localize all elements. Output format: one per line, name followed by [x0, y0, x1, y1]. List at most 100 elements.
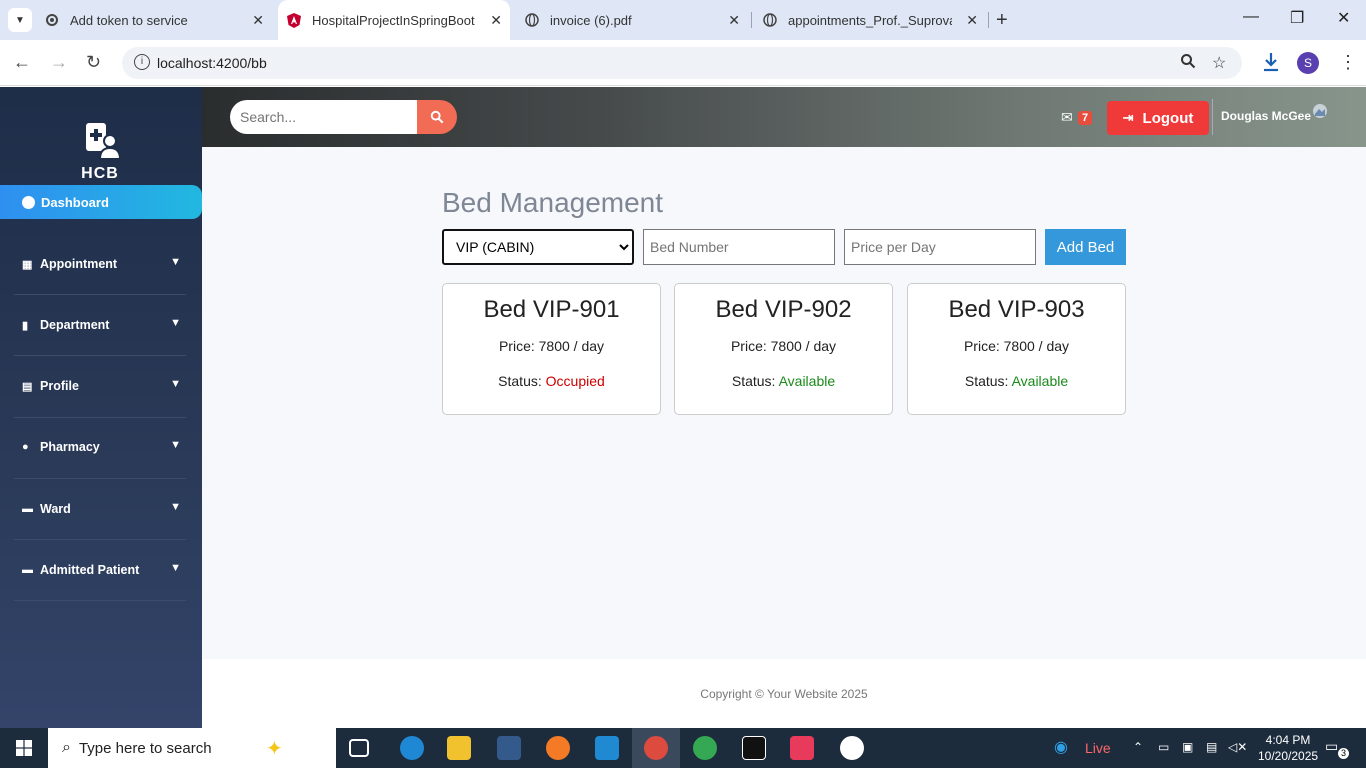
search-icon: ⌕ [62, 739, 71, 756]
price-per-day-input[interactable] [844, 229, 1036, 265]
new-tab-icon[interactable]: + [996, 9, 1008, 32]
user-avatar-icon[interactable] [1312, 103, 1328, 119]
sidebar-item-admitted-patient[interactable]: ▬ Admitted Patient ▼ [22, 560, 187, 580]
bed-status-row: Status: Available [675, 373, 892, 389]
browser-tab-strip: ▼ Add token to service ✕ HospitalProject… [0, 0, 1366, 40]
sidebar-item-appointment[interactable]: ▦ Appointment ▼ [22, 254, 187, 274]
tab-separator [988, 12, 989, 28]
postman-icon[interactable] [546, 736, 570, 760]
sidebar-item-dashboard[interactable]: Dashboard [0, 185, 202, 219]
chevron-down-icon: ▼ [170, 317, 181, 329]
task-view-icon[interactable] [349, 739, 369, 757]
bed-price: Price: 7800 / day [730, 338, 837, 354]
bed-number-input[interactable] [643, 229, 835, 265]
close-tab-icon[interactable]: ✕ [966, 12, 978, 29]
edge-browser-icon[interactable] [400, 736, 424, 760]
envelope-icon[interactable]: ✉ [1061, 109, 1073, 126]
close-tab-icon[interactable]: ✕ [490, 12, 502, 29]
sidebar-item-department[interactable]: ▮ Department ▼ [22, 315, 187, 335]
logout-label: Logout [1142, 109, 1194, 127]
app-topbar: ✉ 7 ⇥ Logout Douglas McGee [202, 87, 1366, 147]
calendar-icon: ▦ [22, 258, 33, 271]
profile-avatar[interactable]: S [1297, 52, 1319, 74]
network-icon[interactable]: ▣ [1182, 740, 1193, 754]
browser-tab[interactable]: appointments_Prof._Suprova_Si ✕ [762, 0, 986, 40]
chevron-down-icon: ▼ [170, 256, 181, 268]
sidebar-item-profile[interactable]: ▤ Profile ▼ [22, 376, 187, 396]
meet-now-icon[interactable]: ▭ [1158, 740, 1169, 754]
zoom-icon[interactable] [1180, 53, 1196, 74]
clock-date: 10/20/2025 [1258, 749, 1319, 763]
browser-tab-active[interactable]: HospitalProjectInSpringBoot ✕ [278, 0, 510, 40]
back-icon[interactable]: ← [13, 52, 31, 73]
sidebar-divider [14, 478, 186, 479]
menu-kebab-icon[interactable]: ⋮ [1339, 52, 1357, 73]
status-label: Status: [498, 373, 542, 389]
sidebar-item-ward[interactable]: ▬ Ward ▼ [22, 499, 187, 519]
bed-card[interactable]: Bed VIP-903 Price: 7800 / day Status: Av… [907, 283, 1126, 415]
file-explorer-icon[interactable] [447, 736, 471, 760]
volume-muted-icon[interactable]: ◁✕ [1228, 740, 1247, 754]
close-tab-icon[interactable]: ✕ [252, 12, 264, 29]
browser-tab[interactable]: invoice (6).pdf ✕ [524, 0, 748, 40]
taskbar-active-app[interactable] [632, 728, 680, 768]
tab-title: invoice (6).pdf [550, 12, 632, 28]
close-window-icon[interactable]: ✕ [1337, 8, 1350, 28]
browser-toolbar: ← → ↻ i localhost:4200/bb ☆ [0, 40, 1366, 86]
building-icon: ▮ [22, 319, 29, 332]
mysql-workbench-icon[interactable] [497, 736, 521, 760]
notification-icon[interactable]: ▭ [1325, 738, 1338, 755]
add-bed-button[interactable]: Add Bed [1045, 229, 1126, 265]
bookmark-star-icon[interactable]: ☆ [1212, 53, 1226, 73]
dashboard-gauge-icon [22, 195, 35, 209]
sidebar-item-label: Appointment [40, 257, 118, 271]
status-value: Available [778, 373, 836, 389]
vscode-icon[interactable] [595, 736, 619, 760]
minimize-icon[interactable]: — [1243, 8, 1259, 26]
bed-name: Bed VIP-903 [948, 296, 1085, 323]
sidebar-item-label: Pharmacy [40, 440, 100, 454]
tab-separator [751, 12, 752, 28]
restore-icon[interactable]: ❐ [1290, 8, 1304, 28]
download-icon[interactable] [1262, 52, 1280, 77]
forward-icon[interactable]: → [50, 52, 68, 73]
search-button[interactable] [417, 100, 457, 134]
bed-card[interactable]: Bed VIP-901 Price: 7800 / day Status: Oc… [442, 283, 661, 415]
sidebar-item-pharmacy[interactable]: ● Pharmacy ▼ [22, 437, 187, 457]
taskbar-search-box[interactable]: ⌕ Type here to search ✦ [48, 728, 336, 768]
address-bar[interactable]: i localhost:4200/bb ☆ [122, 47, 1242, 79]
github-desktop-icon[interactable] [840, 736, 864, 760]
tab-search-chevron-icon[interactable]: ▼ [8, 8, 32, 32]
status-value: Occupied [545, 373, 605, 389]
system-tray-icon[interactable]: ▤ [1206, 740, 1217, 754]
weather-icon[interactable]: ◉ [1054, 737, 1068, 757]
sidebar-divider [14, 600, 186, 601]
bed-card[interactable]: Bed VIP-902 Price: 7800 / day Status: Av… [674, 283, 893, 415]
chrome-icon[interactable] [693, 736, 717, 760]
reload-icon[interactable]: ↻ [86, 52, 101, 73]
chevron-up-icon[interactable]: ⌃ [1133, 740, 1143, 754]
tab-title: Add token to service [70, 12, 188, 28]
logout-button[interactable]: ⇥ Logout [1107, 101, 1209, 135]
bed-icon: ▬ [22, 564, 33, 576]
windows-start-icon[interactable] [16, 740, 32, 756]
tab-title: appointments_Prof._Suprova_Si [788, 12, 952, 28]
video-camera-icon[interactable] [742, 736, 766, 760]
page-title: Bed Management [442, 187, 664, 218]
sign-out-icon: ⇥ [1122, 110, 1134, 125]
bed-type-select[interactable]: VIP (CABIN) [442, 229, 634, 265]
intellij-icon[interactable] [790, 736, 814, 760]
hospital-user-icon [86, 123, 120, 159]
close-tab-icon[interactable]: ✕ [728, 12, 740, 29]
search-input[interactable] [230, 100, 418, 134]
bed-status-row: Status: Available [908, 373, 1125, 389]
mail-count-badge: 7 [1078, 111, 1093, 125]
site-info-icon[interactable]: i [134, 54, 150, 70]
weather-label[interactable]: Live [1085, 740, 1111, 756]
system-clock[interactable]: 4:04 PM 10/20/2025 [1258, 732, 1318, 764]
browser-tab[interactable]: Add token to service ✕ [44, 0, 272, 40]
username[interactable]: Douglas McGee [1221, 109, 1311, 123]
taskbar-search-placeholder: Type here to search [78, 739, 212, 757]
gear-icon [44, 12, 60, 28]
chevron-down-icon: ▼ [170, 378, 181, 390]
